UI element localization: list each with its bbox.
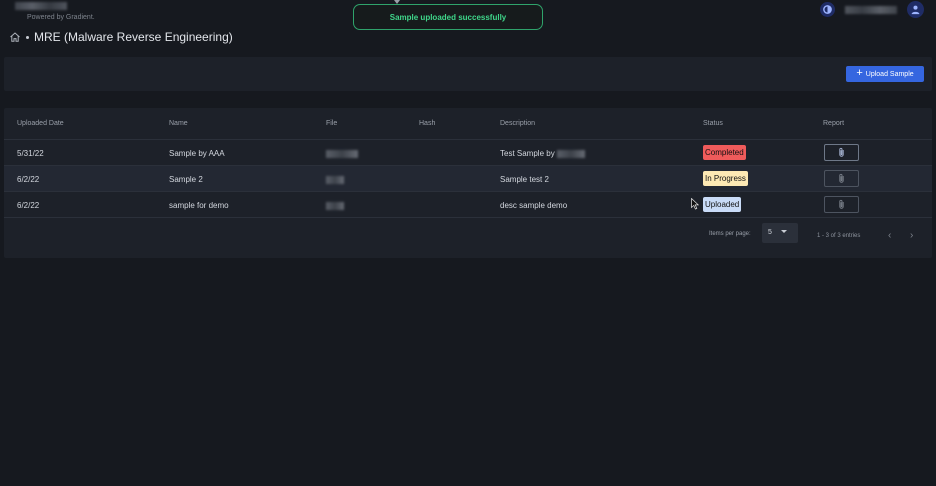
- column-description[interactable]: Description: [500, 120, 535, 127]
- toolbar: + Upload Sample: [4, 57, 932, 91]
- cell-description: Test Sample by: [500, 149, 555, 158]
- status-badge: In Progress: [703, 171, 748, 186]
- items-per-page-value: 5: [768, 229, 772, 236]
- column-status[interactable]: Status: [703, 120, 723, 127]
- column-name[interactable]: Name: [169, 120, 188, 127]
- upload-sample-label: Upload Sample: [865, 70, 914, 78]
- pagination-range: 1 - 3 of 3 entries: [817, 233, 861, 239]
- upload-sample-button[interactable]: + Upload Sample: [846, 66, 924, 82]
- report-button[interactable]: [824, 144, 859, 161]
- cell-description: Sample test 2: [500, 175, 549, 184]
- cell-description: desc sample demo: [500, 201, 568, 210]
- report-button[interactable]: [824, 170, 859, 187]
- paperclip-icon: [839, 199, 844, 209]
- cell-file: [326, 150, 358, 158]
- success-toast: Sample uploaded successfully: [353, 4, 543, 30]
- breadcrumb-separator: [26, 35, 29, 39]
- breadcrumb: MRE (Malware Reverse Engineering): [9, 30, 233, 44]
- cell-file: [326, 202, 344, 210]
- home-icon[interactable]: [9, 31, 21, 43]
- column-uploaded-date[interactable]: Uploaded Date: [17, 120, 64, 127]
- cell-name: Sample 2: [169, 175, 203, 184]
- table-row[interactable]: 5/31/22 Sample by AAA Test Sample by Com…: [4, 140, 932, 166]
- next-page-button[interactable]: ›: [910, 231, 913, 241]
- table-row[interactable]: 6/2/22 Sample 2 Sample test 2 In Progres…: [4, 166, 932, 192]
- user-name: [845, 6, 897, 14]
- page-title: MRE (Malware Reverse Engineering): [34, 30, 233, 44]
- previous-page-button[interactable]: ‹: [888, 231, 891, 241]
- mouse-cursor-icon: [691, 198, 699, 210]
- items-per-page-label: Items per page:: [709, 231, 751, 237]
- toast-message: Sample uploaded successfully: [389, 12, 507, 22]
- report-button[interactable]: [824, 196, 859, 213]
- cell-name: Sample by AAA: [169, 149, 225, 158]
- cell-uploaded-date: 5/31/22: [17, 149, 44, 158]
- status-badge: Uploaded: [703, 197, 742, 212]
- cell-uploaded-date: 6/2/22: [17, 175, 40, 184]
- table-header: Uploaded Date Name File Hash Description…: [4, 108, 932, 140]
- theme-toggle-icon: [823, 5, 832, 14]
- powered-by-text: Powered by Gradient.: [27, 14, 95, 21]
- column-report[interactable]: Report: [823, 120, 844, 127]
- app-logo[interactable]: [15, 2, 67, 10]
- top-bar: Powered by Gradient. Sample uploaded suc…: [0, 0, 936, 30]
- items-per-page-select[interactable]: 5: [762, 223, 798, 243]
- pagination: Items per page: 5 1 - 3 of 3 entries ‹ ›: [4, 219, 932, 255]
- samples-table: Uploaded Date Name File Hash Description…: [4, 108, 932, 258]
- user-menu-button[interactable]: [907, 1, 924, 18]
- cell-uploaded-date: 6/2/22: [17, 201, 40, 210]
- user-icon: [911, 5, 920, 15]
- cell-name: sample for demo: [169, 201, 229, 210]
- column-file[interactable]: File: [326, 120, 337, 127]
- status-badge: Completed: [703, 145, 746, 160]
- chevron-down-icon: [781, 230, 787, 233]
- paperclip-icon: [839, 147, 844, 157]
- plus-icon: +: [856, 67, 863, 79]
- paperclip-icon: [839, 173, 844, 183]
- cell-description-user: [557, 150, 585, 158]
- theme-toggle-button[interactable]: [820, 2, 835, 17]
- column-hash[interactable]: Hash: [419, 120, 435, 127]
- table-row[interactable]: 6/2/22 sample for demo desc sample demo …: [4, 192, 932, 218]
- cell-file: [326, 176, 344, 184]
